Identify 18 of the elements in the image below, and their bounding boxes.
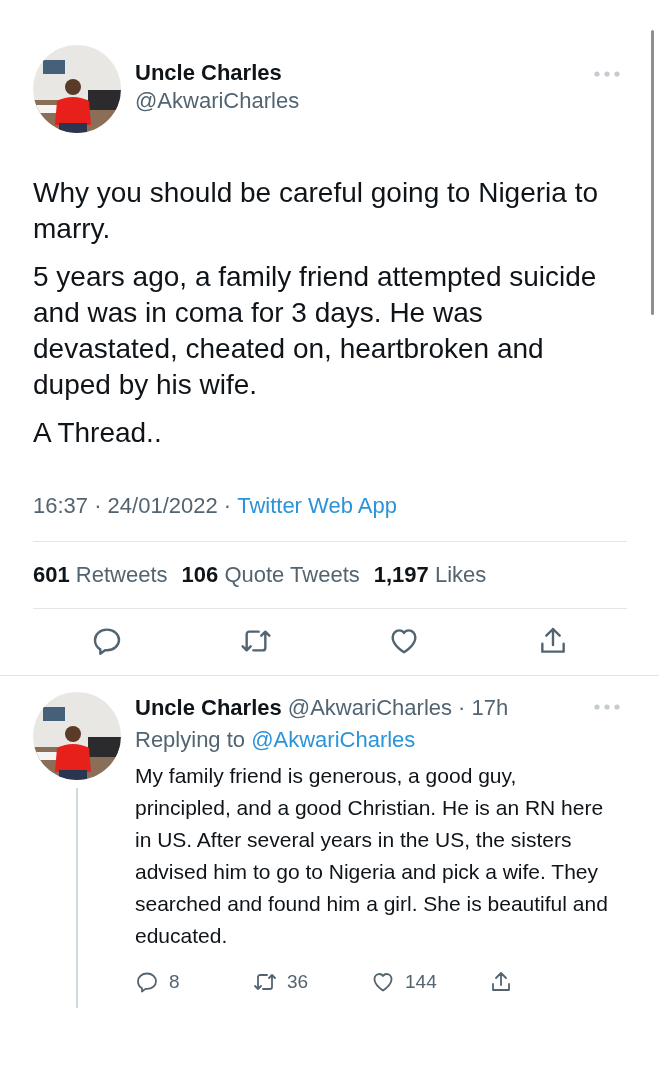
action-count: 144 [405, 970, 437, 994]
tweet-text: A Thread.. [33, 416, 163, 450]
author-name: Uncle Charles [135, 695, 282, 720]
replying-label: Replying to [135, 727, 246, 752]
stat-link[interactable]: 601 Retweets [33, 560, 168, 590]
author-name: Uncle Charles [135, 59, 283, 87]
reply-icon[interactable] [135, 970, 159, 995]
tweet-text: 5 years ago, a family friend attempted suicide and was in coma for 3 days. He was devastated, cheated on, heartbroken and duped by his wife. [33, 260, 598, 402]
stat-link[interactable]: 106 Quote Tweets [181, 560, 360, 590]
tweet-timestamp: 16:37 · 24/01/2022 · [33, 492, 232, 520]
tweet-text: Why you should be careful going to Nigeria to marry. [33, 176, 599, 246]
author-handle: @AkwariCharles [135, 87, 301, 115]
author-handle: @AkwariCharles · 17h [287, 695, 509, 720]
action-count: 36 [287, 970, 309, 994]
action-count: 8 [169, 970, 180, 994]
scrollbar[interactable] [651, 30, 654, 315]
stat-link[interactable]: 1,197 Likes [373, 560, 487, 590]
reply-text: My family friend is generous, a good guy, principled, and a good Christian. He is an RN here in US. After several years in the US, the sisters advised him to go to Nigeria and pick a wife. They searched and found him a girl. She is beautiful and educated. [135, 763, 609, 949]
